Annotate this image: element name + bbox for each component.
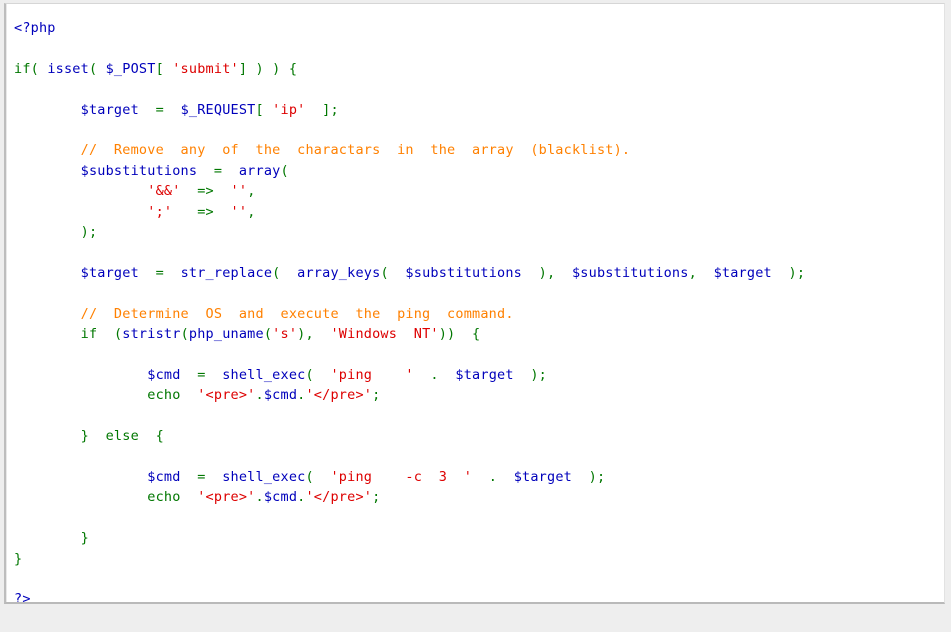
code-line: <?php <box>14 20 56 36</box>
code-line: '&&' => '', <box>147 183 256 200</box>
code-line: } <box>80 530 89 547</box>
code-line: $target = str_replace( array_keys( $subs… <box>80 264 806 281</box>
page-root: <?php if( isset( $_POST[ 'submit'] ) ) {… <box>0 0 951 632</box>
code-line: ';' => '', <box>147 203 256 220</box>
code-line: if (stristr(php_uname('s'), 'Windows NT'… <box>80 326 481 343</box>
source-code-panel: <?php if( isset( $_POST[ 'submit'] ) ) {… <box>4 3 945 604</box>
code-line: // Determine OS and execute the ping com… <box>80 305 514 322</box>
code-line: } else { <box>80 428 164 445</box>
code-line: $cmd = shell_exec( 'ping -c 3 ' . $targe… <box>147 468 606 485</box>
code-line: echo '<pre>'.$cmd.'</pre>'; <box>147 489 381 506</box>
code-line: // Remove any of the charactars in the a… <box>80 142 631 159</box>
code-line: } <box>14 550 23 567</box>
code-line: $target = $_REQUEST[ 'ip' ]; <box>80 101 339 118</box>
code-line: ); <box>80 224 98 241</box>
code-line: $cmd = shell_exec( 'ping ' . $target ); <box>147 366 547 383</box>
code-line: echo '<pre>'.$cmd.'</pre>'; <box>147 387 381 404</box>
code-line: ?> <box>14 591 31 604</box>
code-line: if( isset( $_POST[ 'submit'] ) ) { <box>14 60 298 77</box>
code-line: $substitutions = array( <box>80 162 289 179</box>
php-source-code[interactable]: <?php if( isset( $_POST[ 'submit'] ) ) {… <box>6 4 944 604</box>
